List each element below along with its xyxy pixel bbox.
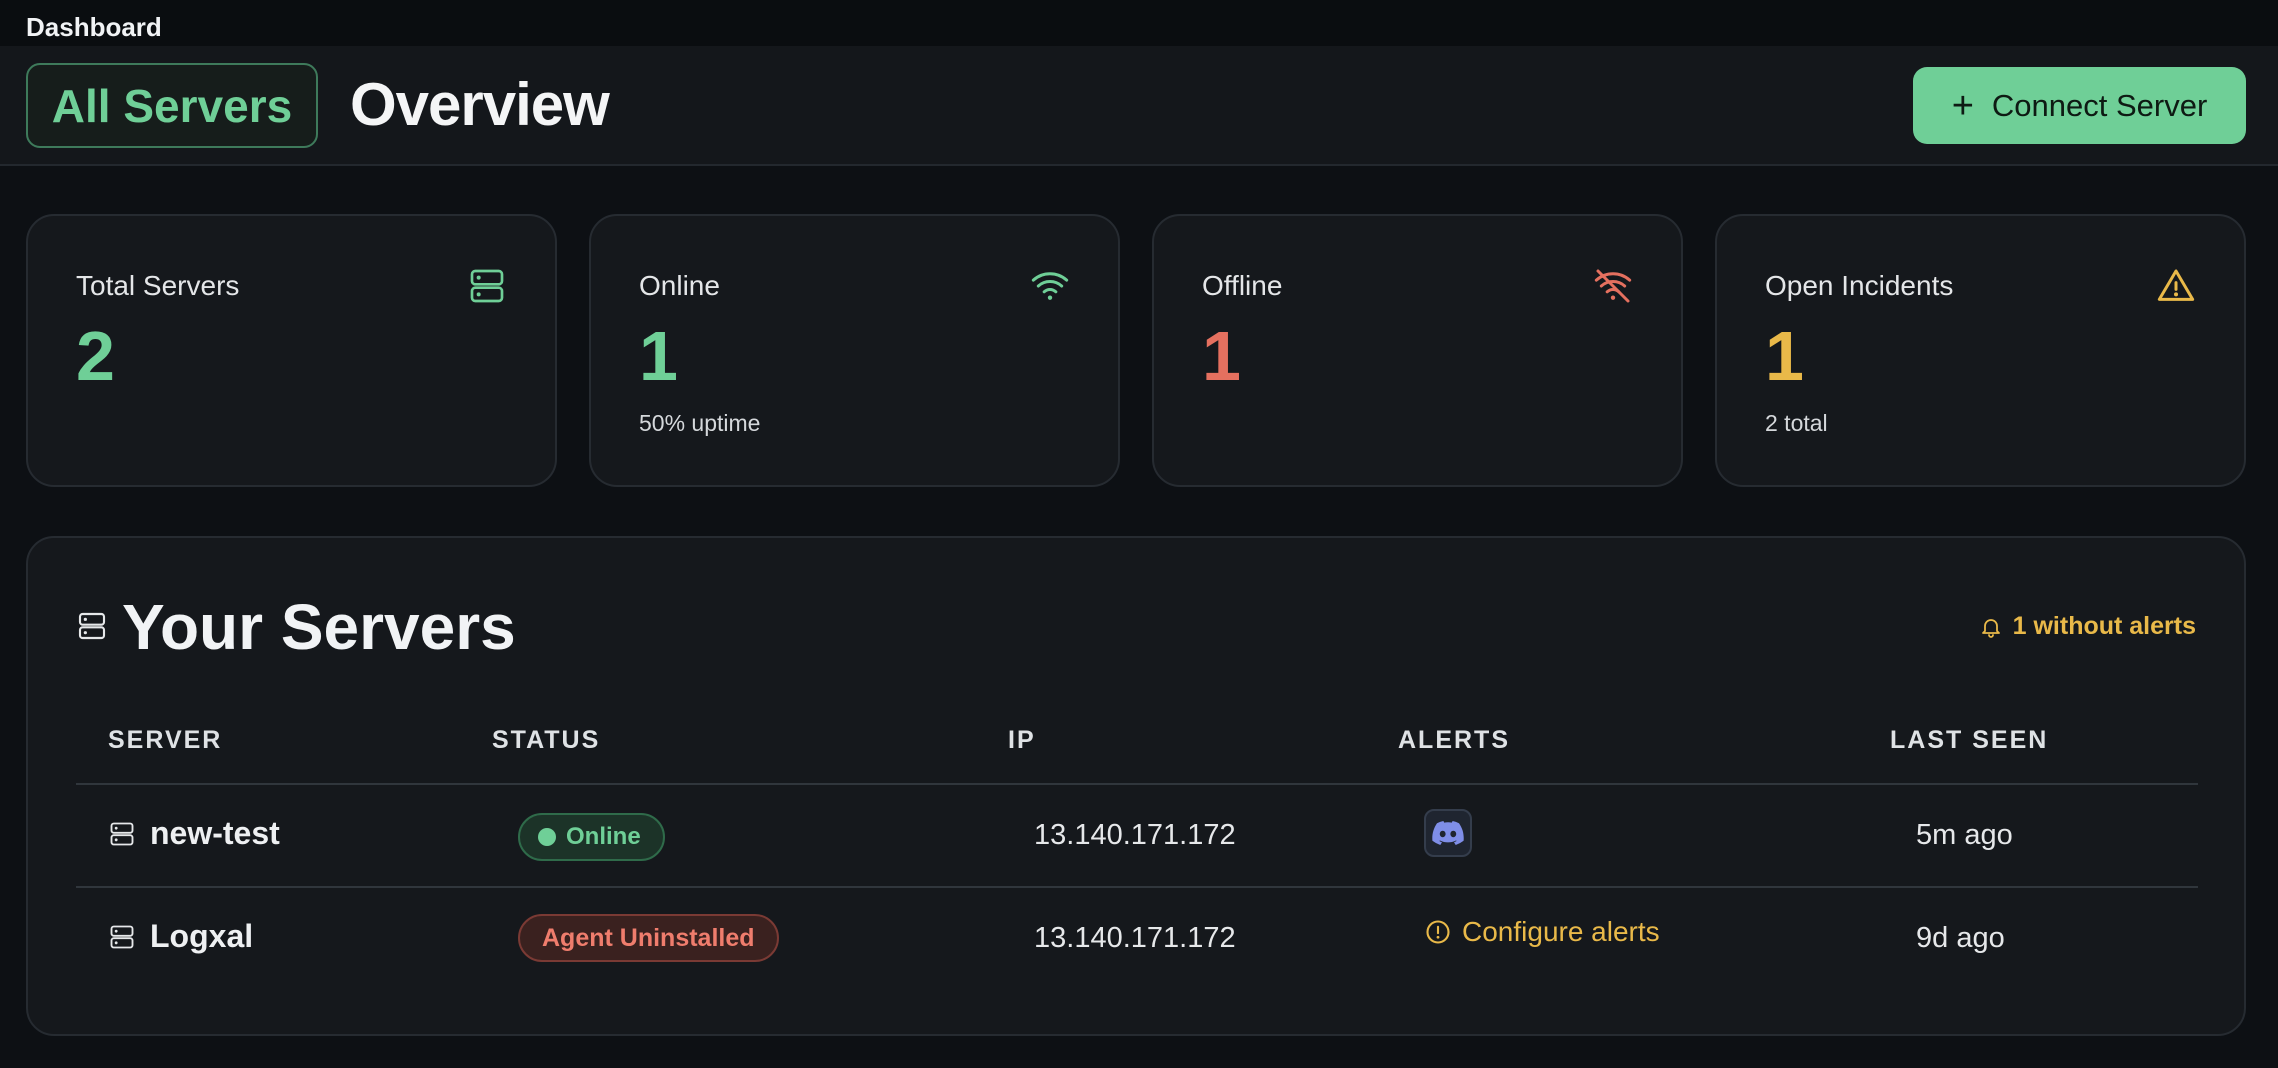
column-header-ip[interactable]: IP: [1008, 726, 1036, 755]
alert-circle-icon: [1426, 920, 1450, 944]
configure-alerts-link[interactable]: Configure alerts: [1424, 916, 1660, 948]
stat-card-online: Online 1 50% uptime: [589, 214, 1120, 487]
wifi-icon: [1031, 272, 1069, 300]
stat-card-total-servers: Total Servers 2: [26, 214, 557, 487]
server-ip: 13.140.171.172: [1034, 922, 1236, 954]
bell-icon: [1981, 618, 2000, 638]
status-label: Agent Uninstalled: [542, 923, 755, 952]
online-dot-icon: [538, 828, 556, 846]
stat-label: Total Servers: [76, 270, 240, 301]
status-label: Online: [566, 823, 641, 850]
stat-card-offline: Offline 1: [1152, 214, 1683, 487]
server-name[interactable]: Logxal: [150, 918, 253, 955]
status-badge: Agent Uninstalled: [518, 914, 779, 962]
server-cell: new-test: [108, 815, 280, 852]
stat-label: Open Incidents: [1765, 270, 1954, 301]
column-header-server[interactable]: SERVER: [108, 726, 222, 755]
connect-server-label: Connect Server: [1991, 87, 2208, 123]
header: All Servers Overview + Connect Server: [0, 46, 2278, 166]
tab-all-servers[interactable]: All Servers: [26, 63, 318, 148]
stat-label: Online: [639, 270, 720, 301]
without-alerts-note[interactable]: 1 without alerts: [1979, 612, 2196, 641]
stat-label: Offline: [1202, 270, 1283, 301]
server-ip: 13.140.171.172: [1034, 819, 1236, 851]
server-icon: [78, 612, 106, 640]
page-title: Overview: [350, 71, 610, 138]
stat-value: 1: [1202, 317, 1241, 395]
server-icon: [470, 269, 504, 303]
wifi-off-icon: [1594, 269, 1632, 303]
column-header-last-seen[interactable]: LAST SEEN: [1890, 726, 2048, 755]
status-badge: Online: [518, 813, 665, 861]
stat-card-open-incidents: Open Incidents 1 2 total: [1715, 214, 2246, 487]
title-bar: Dashboard: [0, 0, 2278, 46]
plus-icon: +: [1951, 84, 1974, 127]
stat-value: 1: [1765, 317, 1804, 395]
last-seen: 9d ago: [1916, 922, 2005, 954]
servers-panel-title: Your Servers: [122, 591, 516, 663]
stat-value: 1: [639, 317, 678, 395]
stat-sub: 2 total: [1765, 410, 1828, 436]
table-row[interactable]: Logxal Agent Uninstalled 13.140.171.172 …: [76, 888, 2198, 988]
servers-panel: Your Servers 1 without alerts SERVER STA…: [26, 536, 2246, 1036]
server-cell: Logxal: [108, 918, 253, 955]
discord-icon: [1432, 821, 1464, 845]
stat-value: 2: [76, 317, 115, 395]
column-header-alerts[interactable]: ALERTS: [1398, 726, 1510, 755]
column-header-status[interactable]: STATUS: [492, 726, 600, 755]
discord-alert-button[interactable]: [1424, 809, 1472, 857]
app-title: Dashboard: [26, 12, 162, 42]
server-icon: [110, 822, 134, 845]
table-row[interactable]: new-test Online 13.140.171.172 5m ago: [76, 785, 2198, 885]
stat-sub: 50% uptime: [639, 410, 761, 436]
server-name[interactable]: new-test: [150, 815, 280, 852]
server-icon: [110, 925, 134, 948]
last-seen: 5m ago: [1916, 819, 2013, 851]
without-alerts-label: 1 without alerts: [2012, 612, 2196, 640]
warning-icon: [2157, 269, 2195, 301]
connect-server-button[interactable]: + Connect Server: [1913, 67, 2246, 144]
configure-alerts-label: Configure alerts: [1462, 916, 1660, 947]
